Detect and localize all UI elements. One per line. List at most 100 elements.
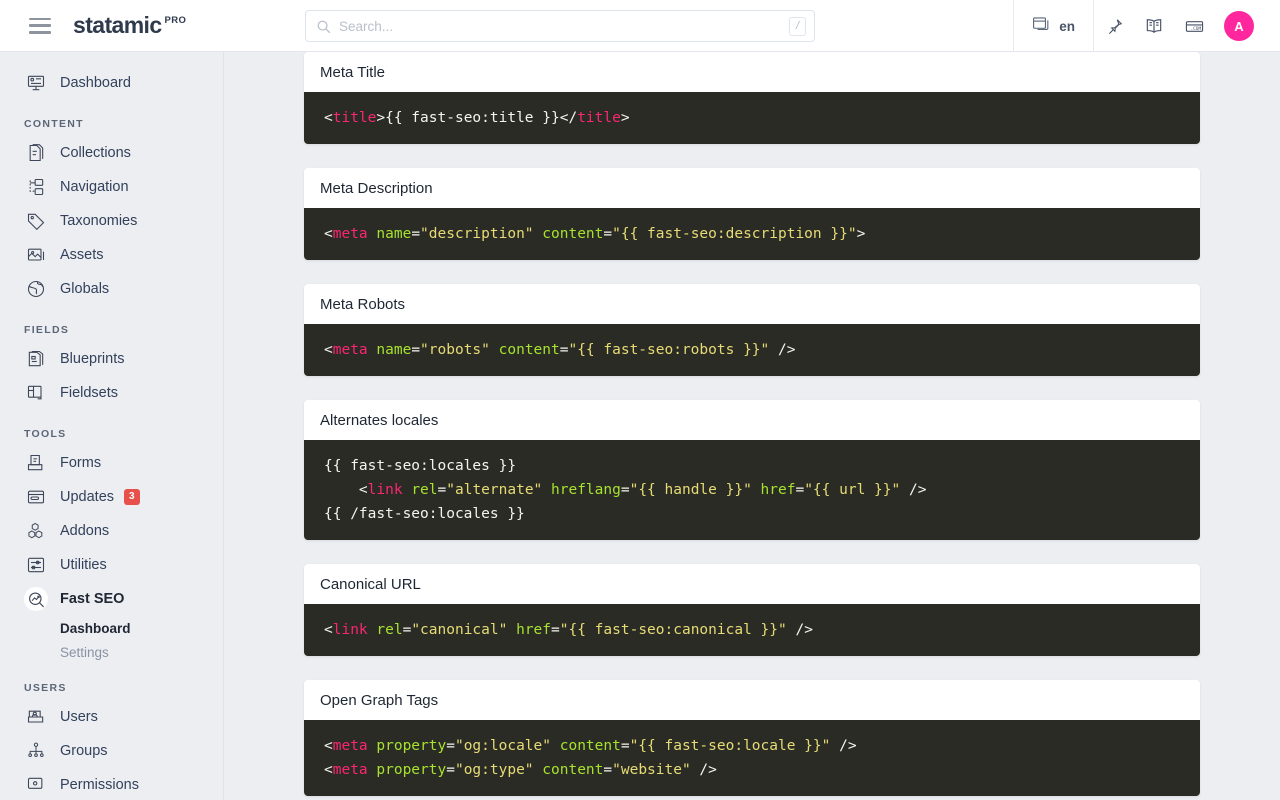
code-line: <meta name="robots" content="{{ fast-seo… bbox=[324, 338, 1180, 362]
code-snippet[interactable]: <link rel="canonical" href="{{ fast-seo:… bbox=[304, 604, 1200, 656]
forms-icon bbox=[24, 451, 48, 475]
code-token-str: "{{ fast-seo:robots }}" bbox=[568, 342, 769, 358]
code-token-punct: /> bbox=[787, 622, 813, 638]
book-icon[interactable] bbox=[1134, 0, 1174, 52]
code-token-punct bbox=[403, 482, 412, 498]
code-token-attr: property bbox=[376, 762, 446, 778]
code-token-attr: content bbox=[542, 226, 603, 242]
sidebar-item-label: Collections bbox=[60, 145, 131, 161]
code-snippet[interactable]: {{ fast-seo:locales }} <link rel="altern… bbox=[304, 440, 1200, 540]
sidebar-item-forms[interactable]: Forms bbox=[0, 446, 223, 480]
sidebar-item-dashboard[interactable]: Dashboard bbox=[0, 66, 223, 100]
card-title: Meta Title bbox=[304, 52, 1200, 92]
code-snippet[interactable]: <title>{{ fast-seo:title }}</title> bbox=[304, 92, 1200, 144]
blueprints-icon bbox=[24, 347, 48, 371]
sidebar-item-label: Dashboard bbox=[60, 75, 131, 91]
code-token-attr: name bbox=[376, 342, 411, 358]
sidebar-item-collections[interactable]: Collections bbox=[0, 136, 223, 170]
code-token-punct: = bbox=[603, 226, 612, 242]
code-token-str: "og:locale" bbox=[455, 738, 551, 754]
code-token-attr: rel bbox=[411, 482, 437, 498]
seo-tag-card-list: Meta Title <title>{{ fast-seo:title }}</t… bbox=[224, 52, 1280, 796]
brand-logo[interactable]: statamic PRO bbox=[73, 14, 186, 37]
code-token-tag: meta bbox=[333, 738, 368, 754]
code-line: {{ /fast-seo:locales }} bbox=[324, 502, 1180, 526]
sidebar-item-users[interactable]: Users bbox=[0, 700, 223, 734]
sidebar-item-label: Permissions bbox=[60, 777, 139, 793]
code-token-punct: = bbox=[603, 762, 612, 778]
code-token-str: "{{ url }}" bbox=[804, 482, 900, 498]
sidebar-item-updates[interactable]: Updates 3 bbox=[0, 480, 223, 514]
site-selector[interactable]: en bbox=[1013, 0, 1094, 52]
sidebar-item-assets[interactable]: Assets bbox=[0, 238, 223, 272]
sidebar-item-blueprints[interactable]: Blueprints bbox=[0, 342, 223, 376]
code-token-punct: = bbox=[795, 482, 804, 498]
groups-icon bbox=[24, 739, 48, 763]
code-snippet[interactable]: <meta property="og:locale" content="{{ f… bbox=[304, 720, 1200, 796]
sidebar-item-globals[interactable]: Globals bbox=[0, 272, 223, 306]
sidebar-item-label: Blueprints bbox=[60, 351, 124, 367]
code-token-attr: hreflang bbox=[551, 482, 621, 498]
sidebar-subitem-fast-seo-settings[interactable]: Settings bbox=[0, 640, 223, 664]
fast-seo-icon bbox=[24, 587, 48, 611]
code-snippet[interactable]: <meta name="robots" content="{{ fast-seo… bbox=[304, 324, 1200, 376]
addons-icon bbox=[24, 519, 48, 543]
seo-tag-card: Open Graph Tags<meta property="og:locale… bbox=[304, 680, 1200, 796]
sidebar-item-label: Users bbox=[60, 709, 98, 725]
code-token-punct bbox=[534, 226, 543, 242]
code-token-punct bbox=[507, 622, 516, 638]
code-line: <meta name="description" content="{{ fas… bbox=[324, 222, 1180, 246]
code-line: <title>{{ fast-seo:title }}</title> bbox=[324, 106, 1180, 130]
code-token-punct: < bbox=[324, 762, 333, 778]
sidebar-subitem-fast-seo-dashboard[interactable]: Dashboard bbox=[0, 616, 223, 640]
code-token-punct: = bbox=[411, 342, 420, 358]
search-shortcut-key: / bbox=[789, 17, 806, 36]
sidebar-subitem-label: Dashboard bbox=[60, 621, 131, 636]
code-token-str: "description" bbox=[420, 226, 534, 242]
pin-icon[interactable] bbox=[1094, 0, 1134, 52]
sidebar-item-fieldsets[interactable]: Fieldsets bbox=[0, 376, 223, 410]
code-token-punct: < bbox=[324, 622, 333, 638]
fieldsets-icon bbox=[24, 381, 48, 405]
sidebar-item-label: Utilities bbox=[60, 557, 107, 573]
sidebar-item-utilities[interactable]: Utilities bbox=[0, 548, 223, 582]
search-box[interactable]: / bbox=[305, 10, 815, 42]
code-token-punct: = bbox=[411, 226, 420, 242]
card-title: Open Graph Tags bbox=[304, 680, 1200, 720]
code-token-punct: = bbox=[446, 762, 455, 778]
sidebar-item-addons[interactable]: Addons bbox=[0, 514, 223, 548]
hamburger-icon[interactable] bbox=[29, 18, 51, 34]
code-token-tag: title bbox=[577, 110, 621, 126]
sidebar-item-label: Globals bbox=[60, 281, 109, 297]
sidebar-item-label: Addons bbox=[60, 523, 109, 539]
code-token-str: "{{ fast-seo:description }}" bbox=[612, 226, 856, 242]
code-token-tag: meta bbox=[333, 762, 368, 778]
code-token-punct bbox=[490, 342, 499, 358]
sidebar-item-navigation[interactable]: Navigation bbox=[0, 170, 223, 204]
sidebar-item-label: Updates bbox=[60, 489, 114, 505]
sidebar-item-taxonomies[interactable]: Taxonomies bbox=[0, 204, 223, 238]
domain-icon[interactable]: .COM bbox=[1174, 0, 1214, 52]
code-token-attr: content bbox=[542, 762, 603, 778]
code-token-tag: meta bbox=[333, 342, 368, 358]
sidebar-item-fast-seo[interactable]: Fast SEO bbox=[0, 582, 223, 616]
sidebar-subitem-label: Settings bbox=[60, 645, 109, 660]
code-token-punct: = bbox=[438, 482, 447, 498]
code-line: {{ fast-seo:locales }} bbox=[324, 454, 1180, 478]
code-snippet[interactable]: <meta name="description" content="{{ fas… bbox=[304, 208, 1200, 260]
code-token-punct: = bbox=[446, 738, 455, 754]
code-token-str: "website" bbox=[612, 762, 691, 778]
main-content: Meta Title <title>{{ fast-seo:title }}</t… bbox=[224, 52, 1280, 800]
code-token-str: "alternate" bbox=[446, 482, 542, 498]
sidebar-item-label: Assets bbox=[60, 247, 104, 263]
search-input[interactable] bbox=[339, 19, 789, 34]
sidebar-item-permissions[interactable]: Permissions bbox=[0, 768, 223, 800]
avatar[interactable]: A bbox=[1224, 11, 1254, 41]
taxonomies-icon bbox=[24, 209, 48, 233]
sidebar-item-groups[interactable]: Groups bbox=[0, 734, 223, 768]
utilities-icon bbox=[24, 553, 48, 577]
code-token-punct: = bbox=[621, 482, 630, 498]
code-token-punct: /> bbox=[691, 762, 717, 778]
code-token-punct: > bbox=[857, 226, 866, 242]
card-title: Alternates locales bbox=[304, 400, 1200, 440]
